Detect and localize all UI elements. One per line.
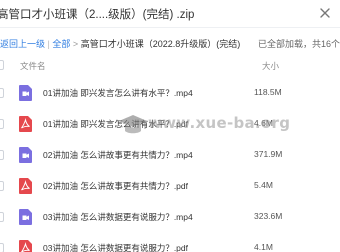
file-row[interactable]: 02讲加油 怎么讲故事更有共情力？.pdf 5.4M [0, 171, 340, 202]
breadcrumb-current: 高管口才小班课（2022.8升级版）(完结) [80, 39, 241, 49]
file-size: 323.6M [254, 211, 283, 221]
row-checkbox[interactable] [0, 88, 4, 98]
file-name[interactable]: 02讲加油 怎么讲故事更有共情力？.pdf [43, 180, 188, 192]
breadcrumb-arrow: > [72, 39, 79, 49]
file-row[interactable]: 01讲加油 即兴发言怎么讲有水平？.mp4 118.5M [0, 78, 340, 109]
file-row[interactable]: 03讲加油 怎么讲数据更有说服力？.pdf 4.1M [0, 233, 340, 252]
file-row[interactable]: 01讲加油 即兴发言怎么讲有水平？.pdf 4.6M [0, 109, 340, 140]
file-size: 118.5M [254, 87, 282, 97]
all-link[interactable]: 全部 [52, 39, 70, 49]
file-size: 4.6M [254, 118, 273, 128]
window-title: 高管口才小班课（2....级版）(完结) .zip [0, 9, 195, 21]
file-size: 371.9M [254, 149, 283, 159]
pdf-file-icon [19, 178, 32, 194]
close-button[interactable] [316, 4, 334, 22]
load-status: 已全部加载，共16个 [257, 39, 340, 49]
pdf-file-icon [19, 240, 32, 252]
select-all-checkbox[interactable] [0, 60, 4, 70]
row-checkbox[interactable] [0, 212, 4, 222]
row-checkbox[interactable] [0, 243, 4, 252]
file-name[interactable]: 03讲加油 怎么讲数据更有说服力？.mp4 [43, 211, 193, 223]
column-name-header: 文件名 [20, 61, 46, 71]
file-name[interactable]: 01讲加油 即兴发言怎么讲有水平？.mp4 [43, 87, 193, 99]
row-checkbox[interactable] [0, 150, 4, 160]
file-name[interactable]: 03讲加油 怎么讲数据更有说服力？.pdf [43, 242, 188, 252]
file-row[interactable]: 02讲加油 怎么讲故事更有共情力？.mp4 371.9M [0, 140, 340, 171]
file-size: 5.4M [254, 180, 273, 190]
breadcrumb-separator: | [47, 39, 50, 49]
table-header: 文件名 大小 [0, 58, 340, 74]
row-checkbox[interactable] [0, 181, 4, 191]
back-link[interactable]: 返回上一级 [0, 39, 45, 49]
pdf-file-icon [19, 116, 32, 132]
file-name[interactable]: 01讲加油 即兴发言怎么讲有水平？.pdf [43, 118, 188, 130]
video-file-icon [19, 147, 32, 163]
breadcrumb: 返回上一级 | 全部 > 高管口才小班课（2022.8升级版）(完结) 已全部加… [0, 33, 340, 51]
video-file-icon [19, 209, 32, 225]
row-checkbox[interactable] [0, 119, 4, 129]
video-file-icon [19, 85, 32, 101]
file-size: 4.1M [254, 242, 273, 252]
close-icon [320, 8, 330, 18]
dialog-titlebar: 高管口才小班课（2....级版）(完结) .zip [0, 0, 340, 28]
column-size-header: 大小 [262, 61, 280, 71]
file-row[interactable]: 03讲加油 怎么讲数据更有说服力？.mp4 323.6M [0, 202, 340, 233]
file-name[interactable]: 02讲加油 怎么讲故事更有共情力？.mp4 [43, 149, 193, 161]
